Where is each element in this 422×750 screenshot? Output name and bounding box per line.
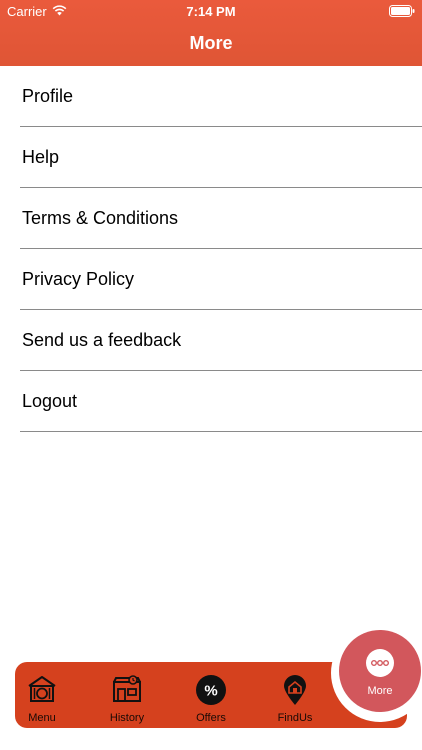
tab-label: History <box>109 712 145 724</box>
tab-findus[interactable]: FindUs <box>255 662 335 728</box>
restaurant-plate-icon <box>28 676 56 702</box>
tab-offers[interactable]: % Offers <box>171 662 251 728</box>
status-time: 7:14 PM <box>186 4 236 19</box>
page-title: More <box>189 33 233 53</box>
tab-label: Menu <box>28 712 56 724</box>
tab-label: More <box>367 685 393 697</box>
menu-item-profile[interactable]: Profile <box>0 66 422 127</box>
menu-item-label: Profile <box>22 86 74 106</box>
menu-item-terms[interactable]: Terms & Conditions <box>0 188 422 249</box>
menu-item-feedback[interactable]: Send us a feedback <box>0 310 422 371</box>
svg-text:%: % <box>204 683 217 700</box>
menu-item-label: Send us a feedback <box>22 330 182 350</box>
shop-clock-icon <box>113 675 141 702</box>
tab-label: FindUs <box>277 712 313 724</box>
menu-item-privacy[interactable]: Privacy Policy <box>0 249 422 310</box>
menu-item-label: Terms & Conditions <box>22 208 179 228</box>
tab-more[interactable]: More <box>339 630 421 712</box>
tab-menu[interactable]: Menu <box>2 662 82 728</box>
percent-badge-icon: % <box>196 675 226 705</box>
app-header: Carrier 7:14 PM More <box>0 0 422 66</box>
more-menu-list: Profile Help Terms & Conditions Privacy … <box>0 66 422 432</box>
more-dots-icon <box>366 649 394 677</box>
tab-history[interactable]: History <box>87 662 167 728</box>
status-bar: Carrier 7:14 PM <box>0 0 422 22</box>
battery-icon <box>389 5 415 17</box>
menu-item-help[interactable]: Help <box>0 127 422 188</box>
menu-item-label: Logout <box>22 391 78 411</box>
menu-item-logout[interactable]: Logout <box>0 371 422 432</box>
menu-item-label: Help <box>22 147 60 167</box>
location-pin-icon <box>284 675 306 705</box>
menu-item-label: Privacy Policy <box>22 269 135 289</box>
tab-label: Offers <box>196 712 226 724</box>
